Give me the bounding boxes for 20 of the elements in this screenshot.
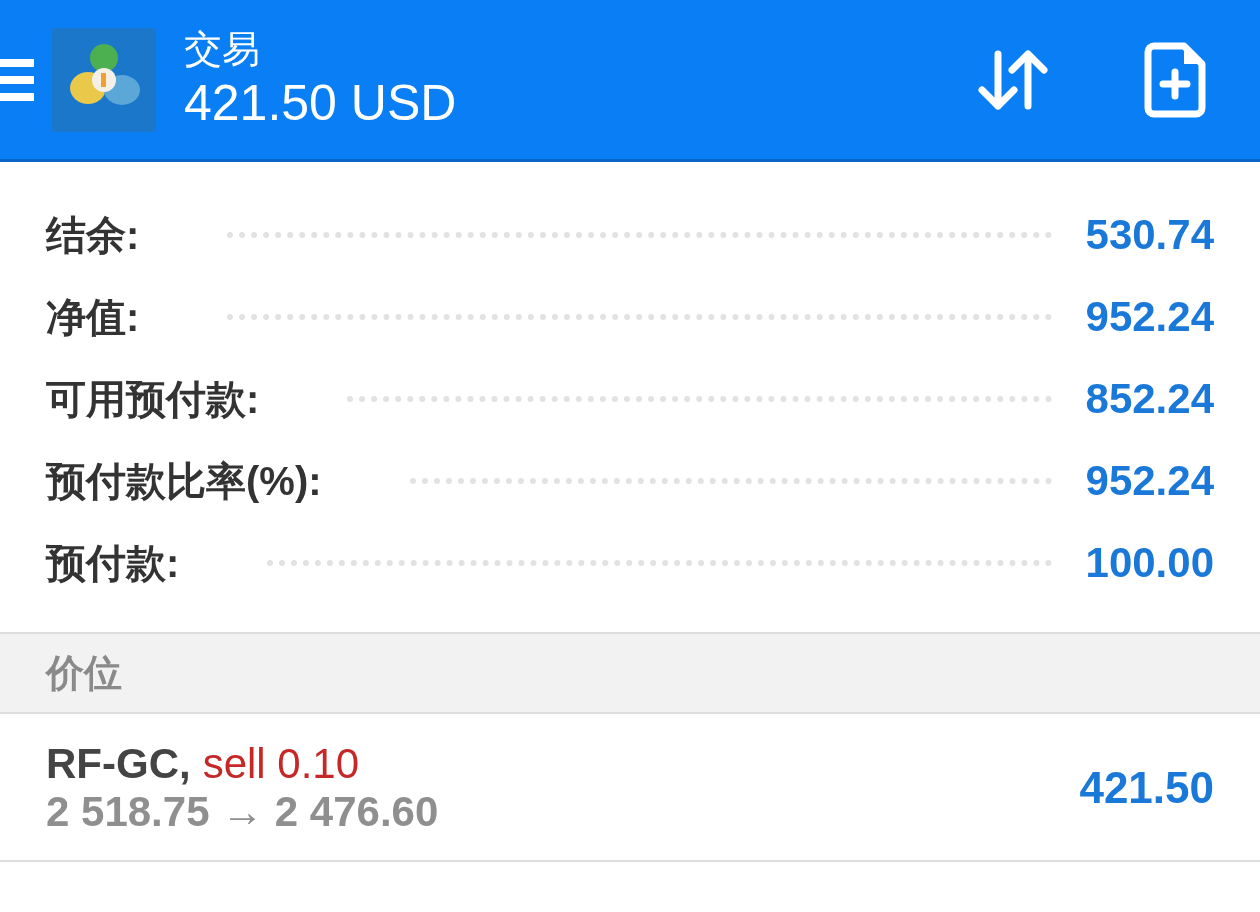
order-type: sell 0.10 [202,740,360,788]
new-order-icon[interactable] [1144,41,1206,118]
app-logo-icon [52,27,156,132]
summary-value: 952.24 [1085,293,1214,341]
summary-value: 952.24 [1085,457,1214,505]
section-title: 价位 [46,650,122,696]
summary-label: 结余: [46,211,140,259]
position-symbol: RF-GC, [46,740,191,788]
summary-value: 530.74 [1085,211,1214,259]
position-row[interactable]: RF-GC, sell 0.10 2 518.75 → 2 476.60 421.50 [0,714,1260,862]
summary-value: 852.24 [1085,375,1214,423]
price-change: 2 518.75 → 2 476.60 [46,788,439,836]
summary-label: 预付款比率(%): [46,457,322,505]
summary-value: 100.00 [1085,539,1214,587]
summary-label: 可用预付款: [46,375,260,423]
position-profit: 421.50 [1079,763,1214,813]
summary-label: 预付款: [46,539,180,587]
screen-title: 交易 [184,26,261,72]
account-balance: 421.50 USD [184,73,458,133]
summary-label: 净值: [46,293,140,341]
